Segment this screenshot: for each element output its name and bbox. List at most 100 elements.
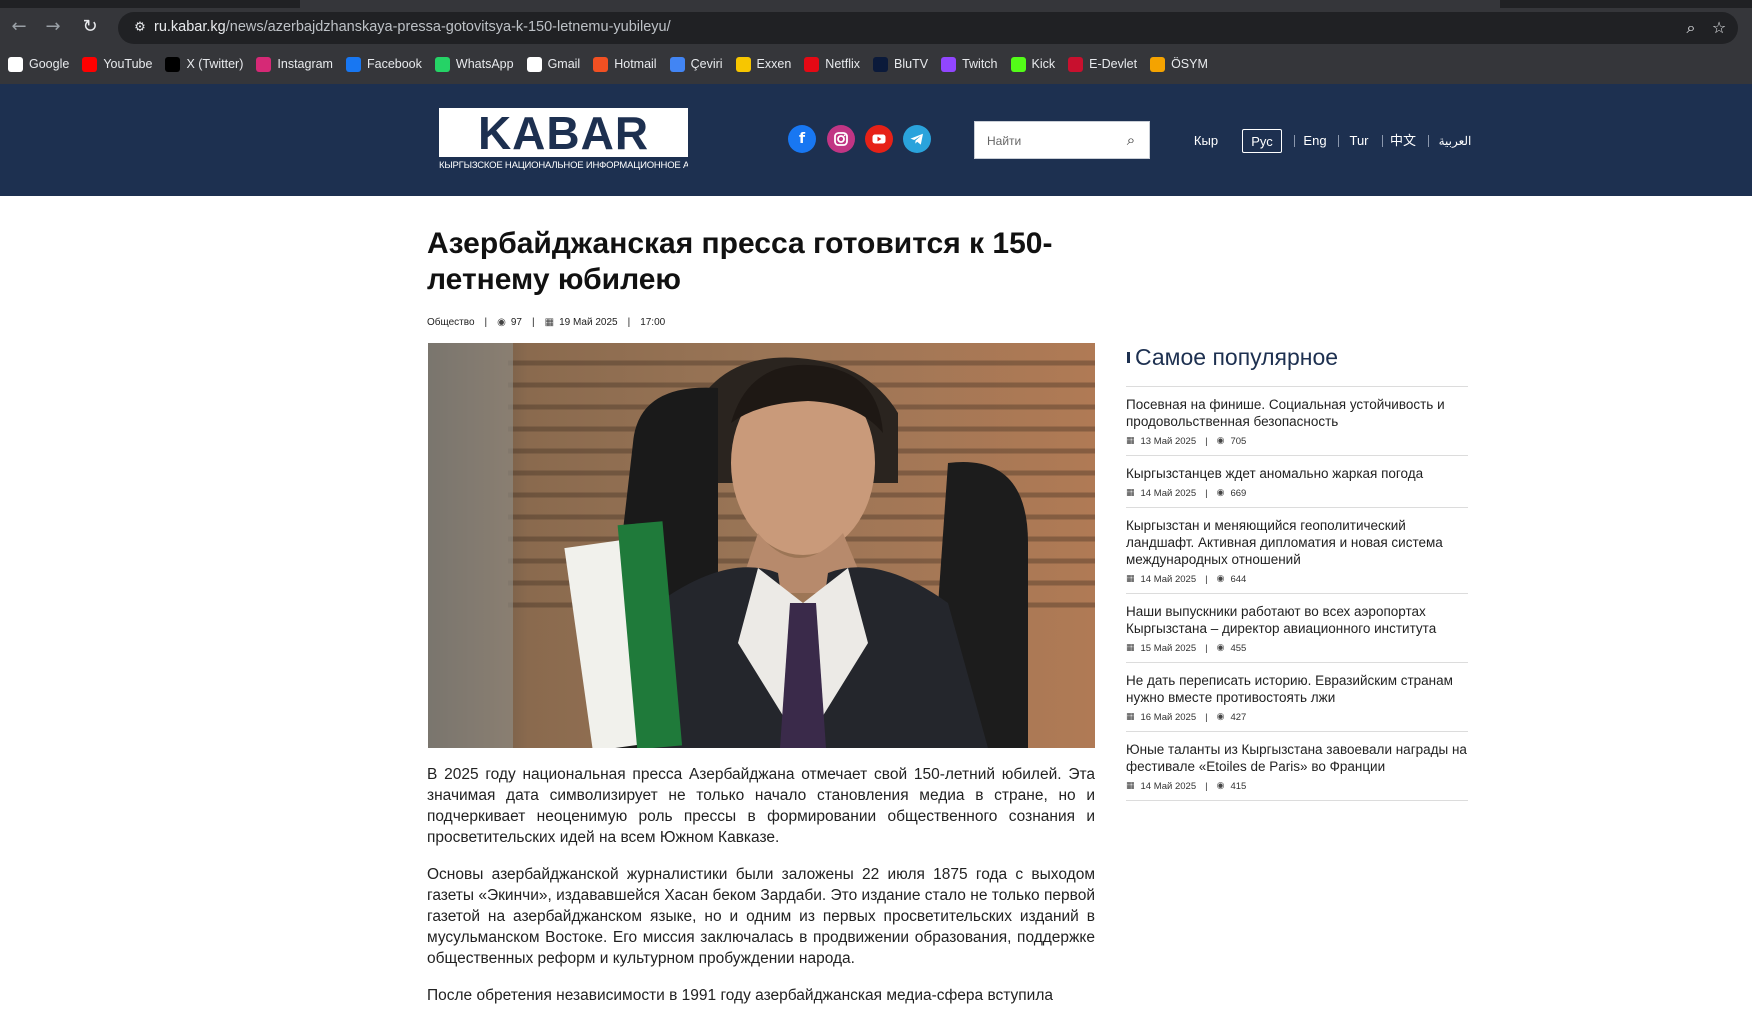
popular-item-meta: ▦ 14 Май 2025 | ◉ 415: [1126, 779, 1468, 793]
eye-icon: ◉: [1216, 436, 1225, 446]
popular-item[interactable]: Наши выпускники работают во всех аэропор…: [1126, 594, 1468, 663]
bookmark-item[interactable]: YouTube: [82, 52, 159, 76]
blutv-icon: [873, 56, 889, 72]
meta-divider: |: [532, 316, 535, 328]
active-tab[interactable]: [300, 0, 1500, 8]
bookmark-item[interactable]: Kick: [1010, 52, 1063, 76]
search-icon[interactable]: ⌕: [1121, 130, 1141, 150]
bookmark-label: Twitch: [962, 57, 998, 71]
bookmark-label: Facebook: [366, 57, 422, 71]
bookmark-label: X (Twitter): [186, 57, 244, 71]
eye-icon: ◉: [1216, 712, 1225, 722]
popular-item-views: 669: [1230, 487, 1247, 499]
calendar-icon: ▦: [544, 316, 555, 328]
back-button[interactable]: ←: [4, 12, 34, 42]
bookmark-item[interactable]: Instagram: [256, 52, 340, 76]
bookmark-item[interactable]: Çeviri: [669, 52, 730, 76]
search-input[interactable]: [987, 131, 1117, 151]
reload-button[interactable]: ↻: [75, 12, 105, 42]
youtube-icon[interactable]: [865, 125, 893, 153]
site-logo[interactable]: KABAR: [439, 108, 688, 158]
kick-icon: [1010, 56, 1026, 72]
calendar-icon: ▦: [1126, 781, 1135, 791]
bookmark-item[interactable]: Hotmail: [593, 52, 663, 76]
article-category[interactable]: Общество: [427, 317, 475, 328]
popular-item-title[interactable]: Не дать переписать историю. Евразийским …: [1126, 672, 1468, 706]
popular-item-title[interactable]: Кыргызстан и меняющийся геополитический …: [1126, 517, 1468, 568]
popular-item-title[interactable]: Кыргызстанцев ждет аномально жаркая пого…: [1126, 465, 1468, 482]
address-bar[interactable]: ⚙ ru.kabar.kg/news/azerbajdzhanskaya-pre…: [118, 12, 1738, 44]
popular-item[interactable]: Не дать переписать историю. Евразийским …: [1126, 663, 1468, 732]
popular-item-meta: ▦ 16 Май 2025 | ◉ 427: [1126, 710, 1468, 724]
eye-icon: ◉: [497, 316, 506, 328]
bookmark-label: Google: [29, 57, 70, 71]
forward-button[interactable]: →: [38, 12, 68, 42]
bookmark-label: ÖSYM: [1171, 57, 1208, 71]
article-title: Азербайджанская пресса готовится к 150-л…: [427, 227, 1053, 296]
bookmark-item[interactable]: ÖSYM: [1150, 52, 1215, 76]
bookmark-label: Netflix: [825, 57, 861, 71]
bookmarks-bar: Google YouTube X (Twitter) Instagram Faceboo…: [0, 50, 1752, 78]
article-paragraph: В 2025 году национальная пресса Азербайд…: [427, 766, 1095, 846]
lang-turkish[interactable]: Tur: [1344, 129, 1374, 153]
bookmark-item[interactable]: Facebook: [345, 52, 429, 76]
bookmark-label: Kick: [1031, 57, 1056, 71]
lang-divider: [1428, 135, 1429, 147]
bookmark-label: YouTube: [103, 57, 153, 71]
calendar-icon: ▦: [1126, 574, 1135, 584]
google-icon: [8, 56, 23, 72]
x-icon: [165, 56, 181, 72]
bookmark-item[interactable]: Netflix: [804, 52, 867, 76]
facebook-icon: [345, 56, 361, 72]
popular-item[interactable]: Посевная на финише. Социальная устойчиво…: [1126, 387, 1468, 456]
bookmark-star-icon[interactable]: ☆: [1708, 17, 1730, 39]
calendar-icon: ▦: [1126, 436, 1135, 446]
article-time: 17:00: [640, 316, 666, 328]
popular-item-title[interactable]: Наши выпускники работают во всех аэропор…: [1126, 603, 1468, 637]
popular-item-views: 455: [1230, 642, 1247, 654]
popular-item-title[interactable]: Посевная на финише. Социальная устойчиво…: [1126, 396, 1468, 430]
popular-item-meta: ▦ 15 Май 2025 | ◉ 455: [1126, 641, 1468, 655]
facebook-icon[interactable]: f: [788, 125, 816, 153]
bookmark-item[interactable]: Twitch: [941, 52, 1004, 76]
bookmark-label: Instagram: [277, 57, 333, 71]
lang-english[interactable]: Eng: [1300, 129, 1330, 153]
netflix-icon: [804, 56, 820, 72]
bookmark-label: Exxen: [756, 57, 792, 71]
popular-item-date: 15 Май 2025: [1140, 642, 1197, 654]
meta-divider: |: [1205, 487, 1208, 499]
bookmark-item[interactable]: Exxen: [735, 52, 799, 76]
popular-item-meta: ▦ 14 Май 2025 | ◉ 644: [1126, 572, 1468, 586]
telegram-icon[interactable]: [903, 125, 931, 153]
lang-kyrgyz[interactable]: Кыр: [1190, 129, 1222, 153]
site-info-icon[interactable]: ⚙: [130, 18, 150, 38]
calendar-icon: ▦: [1126, 488, 1135, 498]
url-text[interactable]: ru.kabar.kg/news/azerbajdzhanskaya-press…: [154, 19, 671, 35]
popular-sidebar: Самое популярное Посевная на финише. Соц…: [1126, 340, 1468, 801]
twitch-icon: [941, 56, 957, 72]
lang-chinese[interactable]: 中文: [1386, 129, 1420, 153]
popular-list: Посевная на финише. Социальная устойчиво…: [1126, 387, 1468, 801]
popular-item[interactable]: Юные таланты из Кыргызстана завоевали на…: [1126, 732, 1468, 801]
instagram-icon[interactable]: [827, 125, 855, 153]
lang-divider: [1382, 135, 1383, 147]
lang-russian[interactable]: Рус: [1242, 129, 1282, 153]
bookmark-item[interactable]: WhatsApp: [434, 52, 521, 76]
bookmark-item[interactable]: X (Twitter): [165, 52, 250, 76]
bookmark-item[interactable]: E-Devlet: [1068, 52, 1144, 76]
popular-item[interactable]: Кыргызстан и меняющийся геополитический …: [1126, 508, 1468, 594]
zoom-icon[interactable]: ⌕: [1680, 17, 1702, 39]
bookmark-item[interactable]: Gmail: [526, 52, 588, 76]
whatsapp-icon: [434, 56, 450, 72]
meta-divider: |: [1205, 780, 1208, 792]
eye-icon: ◉: [1216, 488, 1225, 498]
meta-divider: |: [627, 316, 631, 328]
bookmark-item[interactable]: Google: [8, 52, 76, 76]
meta-divider: |: [1205, 711, 1208, 723]
url-path: /news/azerbajdzhanskaya-pressa-gotovitsy…: [225, 19, 671, 35]
popular-item[interactable]: Кыргызстанцев ждет аномально жаркая пого…: [1126, 456, 1468, 508]
lang-arabic[interactable]: العربية: [1434, 129, 1476, 153]
popular-item-title[interactable]: Юные таланты из Кыргызстана завоевали на…: [1126, 741, 1468, 775]
eye-icon: ◉: [1216, 781, 1225, 791]
bookmark-item[interactable]: BluTV: [873, 52, 935, 76]
